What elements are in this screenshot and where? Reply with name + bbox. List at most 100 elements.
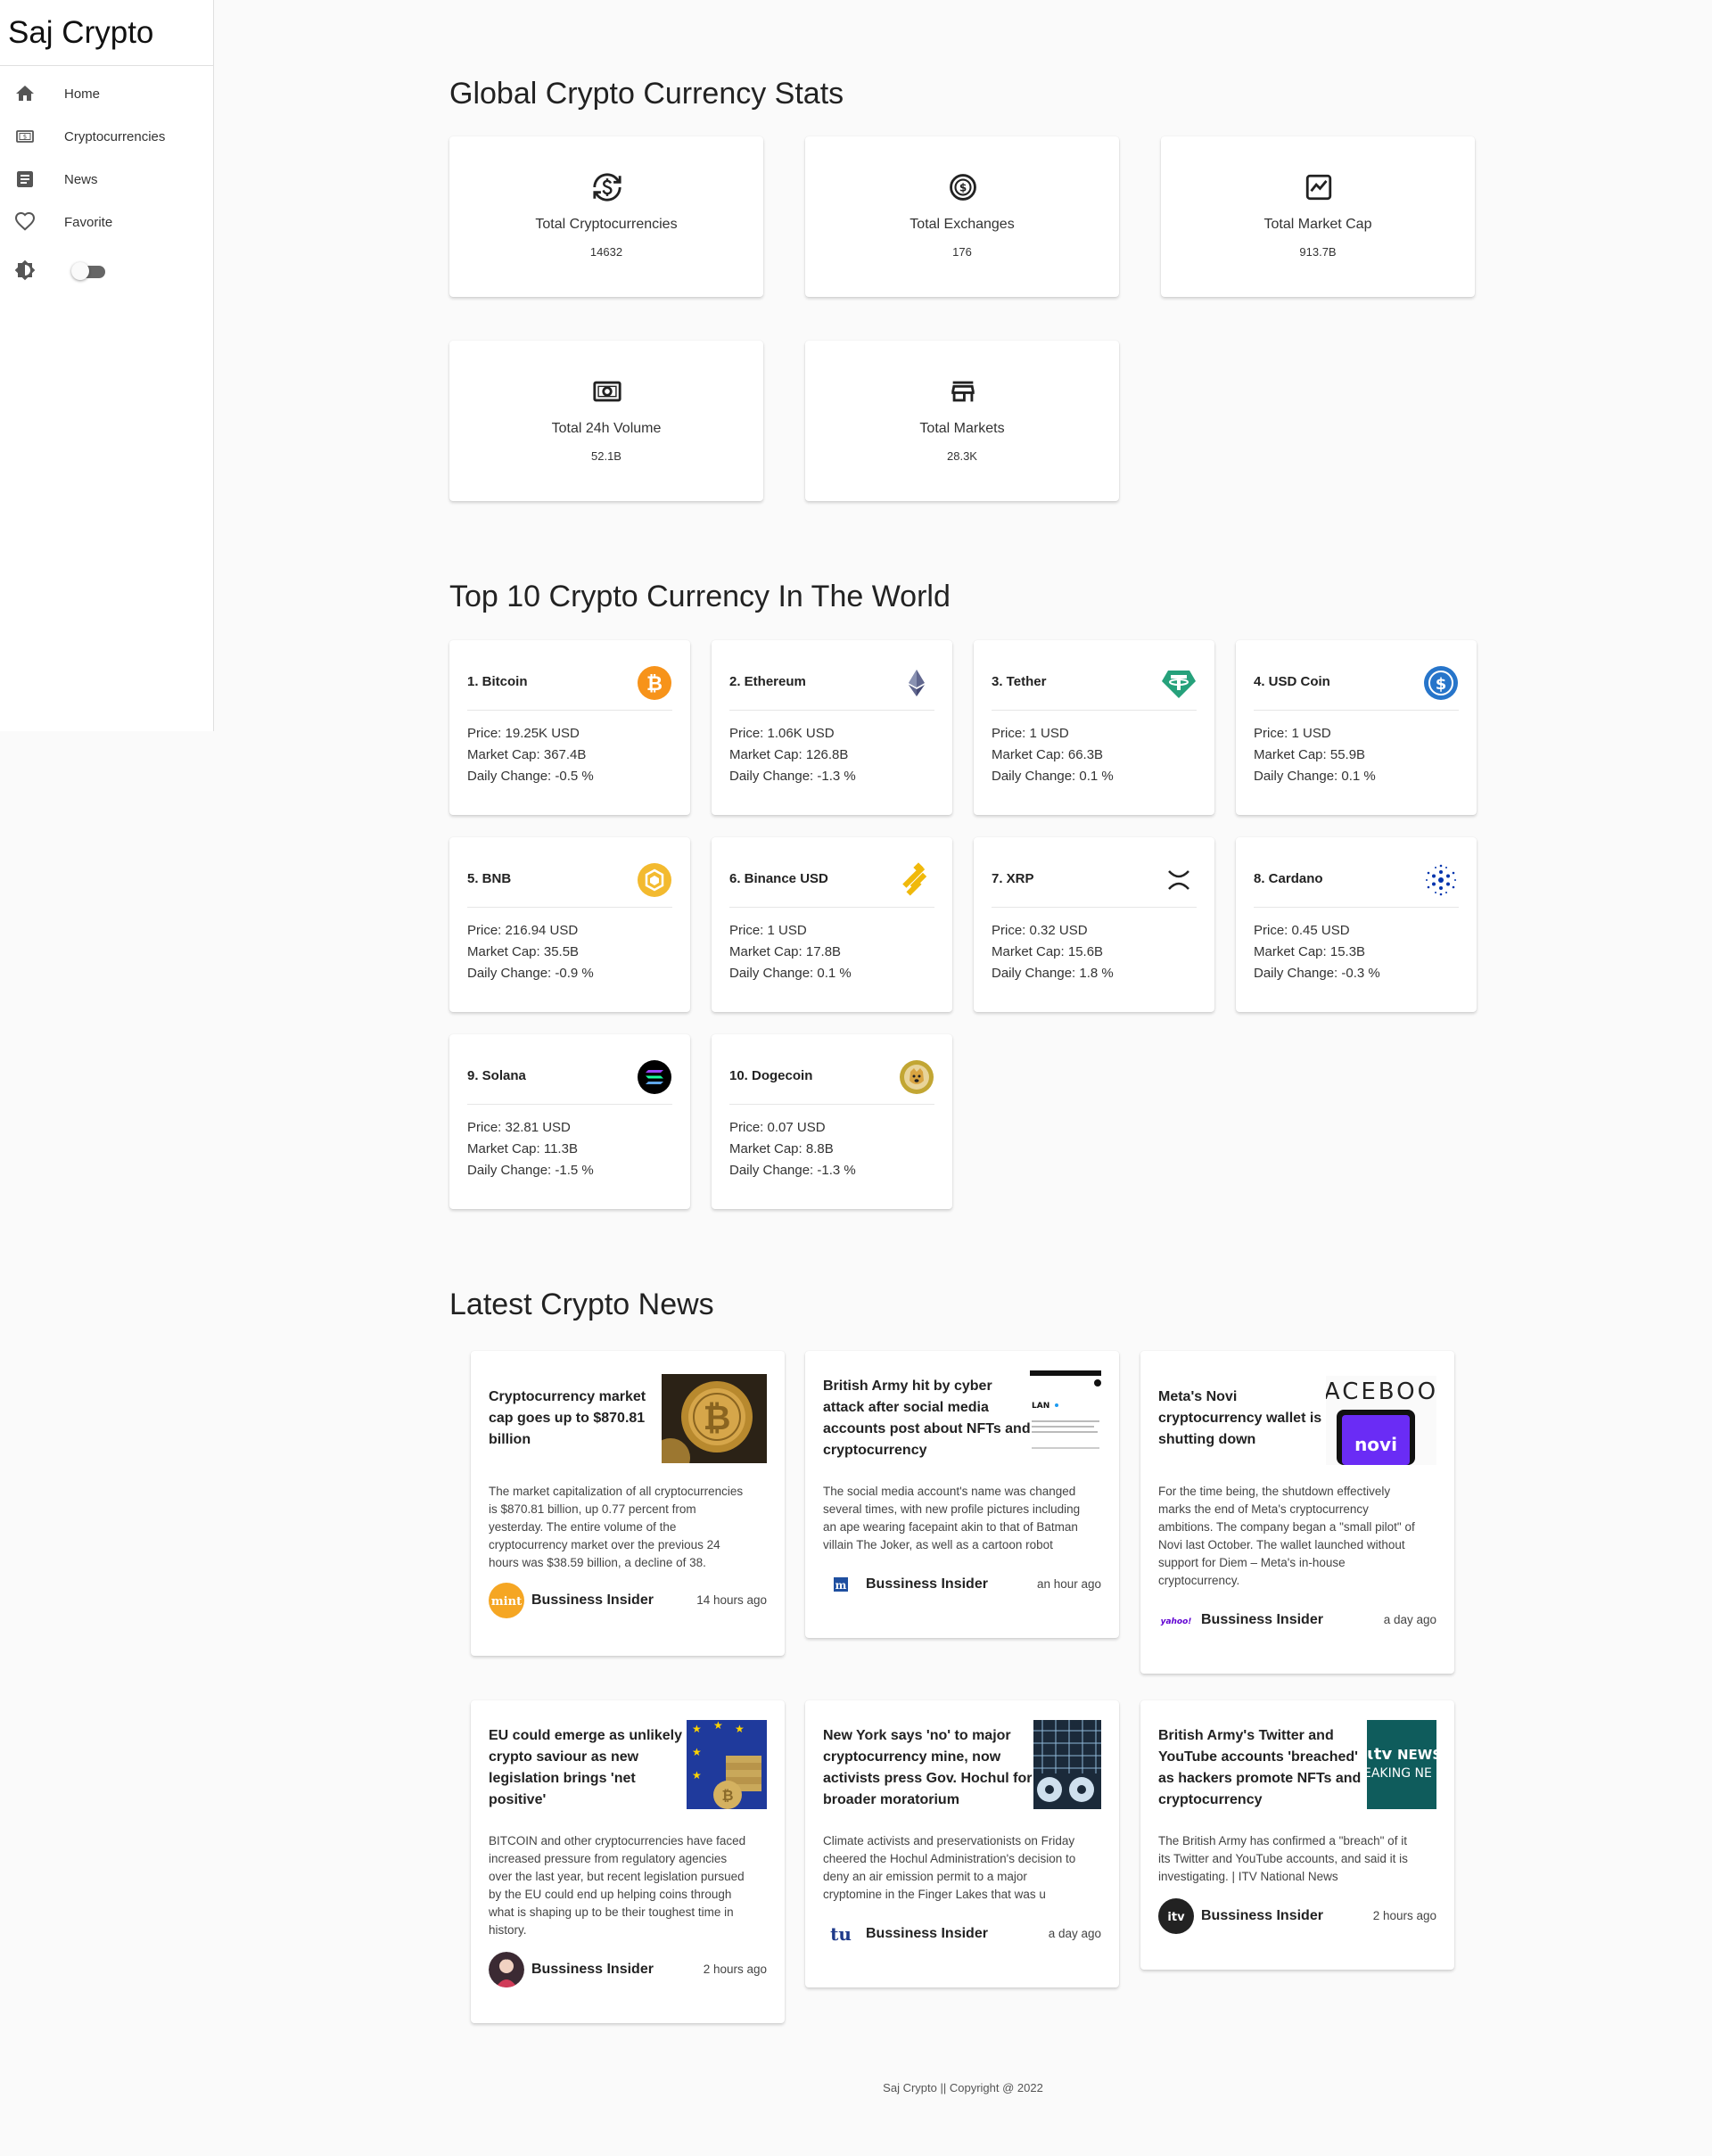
coin-price: Price: 1.06K USD [729,726,835,741]
sidebar-item-home[interactable]: Home [0,72,213,115]
card-divider [467,907,672,908]
coin-market-cap: Market Cap: 17.8B [729,944,842,959]
itv-news-image: ɩtv NEWS EAKING NE [1367,1720,1436,1809]
news-card[interactable]: Cryptocurrency market cap goes up to $87… [471,1351,785,1656]
news-title: British Army's Twitter and YouTube accou… [1158,1728,1362,1807]
solana-icon [638,1060,671,1094]
store-icon [951,381,975,402]
svg-text:₿: ₿ [704,1398,731,1437]
svg-text:novi: novi [1354,1434,1397,1455]
sidebar-item-label: Favorite [64,214,113,230]
coin-name: 6. Binance USD [729,871,828,886]
coin-card-usd-coin[interactable]: 4. USD Coin $ Price: 1 USD Market Cap: 5… [1236,640,1477,815]
coin-name: 4. USD Coin [1254,674,1330,689]
coin-daily-change: Daily Change: 0.1 % [729,966,852,981]
sidebar-item-label: Home [64,86,101,102]
card-divider [729,1104,934,1105]
svg-text:NEWS: NEWS [1397,1747,1436,1763]
stat-title: Total Cryptocurrencies [535,217,678,232]
coin-price: Price: 1 USD [729,923,807,938]
svg-text:★: ★ [692,1769,702,1782]
coin-name: 7. XRP [992,871,1034,886]
provider-name: Bussiness Insider [531,1592,654,1608]
bitcoin-coin-image: ₿ [662,1374,767,1463]
news-source: mint Bussiness Insider 14 hours ago [489,1583,767,1618]
stat-value: 913.7B [1299,245,1337,259]
card-divider [467,1104,672,1105]
coin-name: 3. Tether [992,674,1047,689]
card-divider [1254,907,1459,908]
provider-name: Bussiness Insider [866,1926,988,1941]
coin-card-bitcoin[interactable]: 1. Bitcoin ₿ Price: 19.25K USD Market Ca… [449,640,690,815]
coin-price: Price: 1 USD [1254,726,1331,741]
novi-phone-image: ACEBOO novi [1326,1376,1436,1465]
coin-card-ethereum[interactable]: 2. Ethereum Price: 1.06K USD Market Cap:… [712,640,952,815]
coin-market-cap: Market Cap: 8.8B [729,1141,834,1156]
news-icon [17,171,33,187]
coin-card-bnb[interactable]: 5. BNB Price: 216.94 USD Market Cap: 35.… [449,837,690,1012]
svg-text:yahoo!: yahoo! [1161,1617,1192,1626]
coin-market-cap: Market Cap: 15.6B [992,944,1104,959]
news-card[interactable]: New York says 'no' to major cryptocurren… [805,1700,1119,1987]
coin-daily-change: Daily Change: -1.3 % [729,769,856,784]
sidebar-item-cryptocurrencies[interactable]: $ Cryptocurrencies [0,115,213,158]
toggle-thumb [71,262,89,280]
home-icon [16,86,34,101]
news-source: tu Bussiness Insider a day ago [823,1916,1101,1952]
news-time: 2 hours ago [1372,1909,1436,1922]
stat-title: Total Markets [919,421,1005,436]
coin-price: Price: 0.07 USD [729,1120,826,1135]
provider-name: Bussiness Insider [1201,1612,1323,1627]
chart-icon [1305,174,1332,201]
news-description: BITCOIN and other cryptocurrencies have … [489,1834,746,1937]
usdc-icon: $ [1424,666,1458,700]
svg-text:mint: mint [491,1595,522,1609]
coin-market-cap: Market Cap: 35.5B [467,944,580,959]
stat-value: 14632 [589,245,623,259]
coin-card-tether[interactable]: 3. Tether Price: 1 USD Market Cap: 66.3B… [974,640,1214,815]
stat-card-total-24h-volume: Total 24h Volume 52.1B [449,341,763,501]
theme-toggle-row [0,249,213,292]
coin-card-binance-usd[interactable]: 6. Binance USD Price: 1 USD Market Cap: … [712,837,952,1012]
twitter-screenshot-image: LAN [1030,1370,1101,1460]
binance-usd-icon [902,862,927,896]
sidebar-item-label: Cryptocurrencies [64,128,166,144]
svg-text:★: ★ [692,1723,702,1735]
sidebar-item-favorite[interactable]: Favorite [0,201,213,243]
svg-text:itv: itv [1167,1911,1185,1924]
eu-flag-coins-image: ★ ★ ★ ★ ★ ₿ [687,1720,767,1809]
news-time: 2 hours ago [703,1963,767,1976]
news-card[interactable]: Meta's Novi cryptocurrency wallet is shu… [1140,1351,1454,1674]
svg-text:m: m [835,1579,847,1592]
provider-name: Bussiness Insider [866,1576,988,1592]
coin-market-cap: Market Cap: 55.9B [1254,747,1366,762]
svg-text:₿: ₿ [646,673,663,695]
coin-price: Price: 0.32 USD [992,923,1088,938]
dark-mode-toggle[interactable] [71,262,107,280]
sidebar: Saj Crypto Home $ Cryptocurrencies News … [0,0,214,731]
coin-price: Price: 32.81 USD [467,1120,571,1135]
news-title: EU could emerge as unlikely crypto savio… [489,1728,682,1807]
news-card[interactable]: British Army's Twitter and YouTube accou… [1140,1700,1454,1970]
app-title[interactable]: Saj Crypto [0,0,213,66]
xrp-icon [1168,870,1189,890]
coin-daily-change: Daily Change: 1.8 % [992,966,1114,981]
sidebar-item-news[interactable]: News [0,158,213,201]
coin-card-cardano[interactable]: 8. Cardano Price: 0.45 USD Market Cap: 1… [1236,837,1477,1012]
coin-card-xrp[interactable]: 7. XRP Price: 0.32 USD Market Cap: 15.6B… [974,837,1214,1012]
bitcoin-icon: ₿ [638,666,671,700]
coin-price: Price: 19.25K USD [467,726,580,741]
coin-name: 2. Ethereum [729,674,806,689]
coin-card-solana[interactable]: 9. Solana Price: 32.81 USD Market Cap: 1… [449,1034,690,1209]
stat-value: 52.1B [591,449,621,463]
provider-avatar: tu [823,1916,859,1952]
coin-daily-change: Daily Change: -0.3 % [1254,966,1380,981]
card-divider [729,907,934,908]
coin-card-dogecoin[interactable]: 10. Dogecoin Price: 0.07 USD Market Cap:… [712,1034,952,1209]
news-card[interactable]: EU could emerge as unlikely crypto savio… [471,1700,785,2023]
coin-market-cap: Market Cap: 15.3B [1254,944,1366,959]
news-source: m Bussiness Insider an hour ago [823,1567,1101,1602]
tether-icon [1162,671,1196,698]
stat-title: Total Market Cap [1263,217,1372,232]
news-card[interactable]: British Army hit by cyber attack after s… [805,1351,1119,1638]
